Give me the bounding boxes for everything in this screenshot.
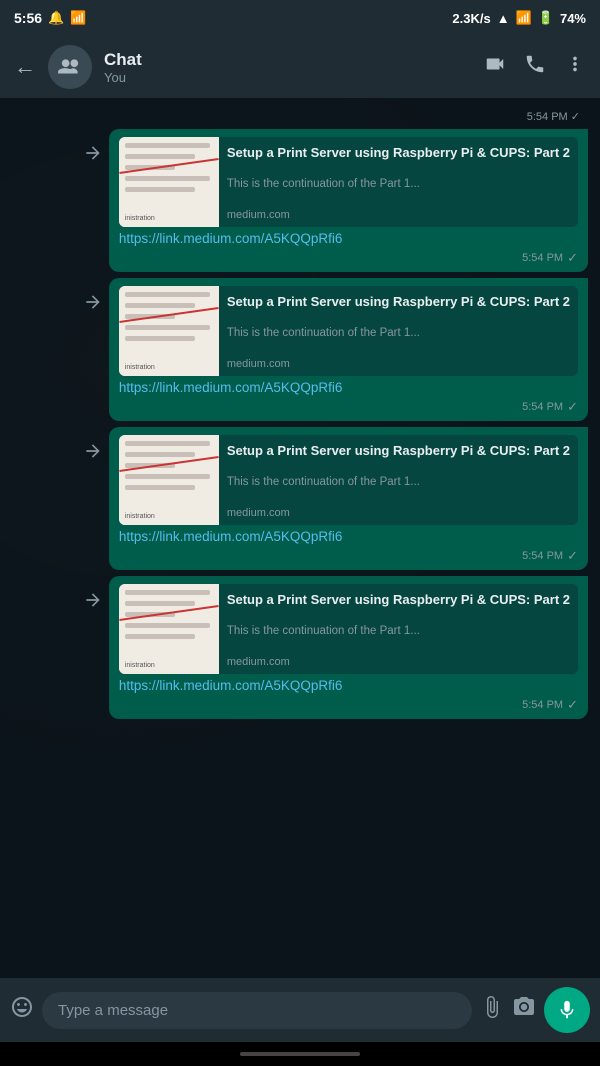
link-preview: inistration Setup a Print Server using R… xyxy=(119,137,578,227)
bubble-link[interactable]: https://link.medium.com/A5KQQpRfi6 xyxy=(119,231,578,246)
preview-domain: medium.com xyxy=(227,209,570,221)
preview-title: Setup a Print Server using Raspberry Pi … xyxy=(227,294,570,311)
phone-call-icon[interactable] xyxy=(524,53,546,81)
bubble-footer: 5:54 PM ✓ xyxy=(119,399,578,415)
bubble-link[interactable]: https://link.medium.com/A5KQQpRfi6 xyxy=(119,529,578,544)
link-preview: inistration Setup a Print Server using R… xyxy=(119,286,578,376)
mic-button[interactable] xyxy=(544,987,590,1033)
message-check: ✓ xyxy=(567,697,578,713)
chat-area: 5:54 PM ✓ inistration Setup a Print Serv… xyxy=(0,98,600,978)
preview-thumbnail: inistration xyxy=(119,286,219,376)
message-check: ✓ xyxy=(567,548,578,564)
emoji-button[interactable] xyxy=(10,995,34,1025)
home-indicator xyxy=(0,1042,600,1066)
chat-header: ← Chat You xyxy=(0,36,600,98)
preview-title: Setup a Print Server using Raspberry Pi … xyxy=(227,443,570,460)
preview-title: Setup a Print Server using Raspberry Pi … xyxy=(227,145,570,162)
message-check: ✓ xyxy=(567,250,578,266)
input-bar xyxy=(0,978,600,1042)
bubble-footer: 5:54 PM ✓ xyxy=(119,697,578,713)
message-row: inistration Setup a Print Server using R… xyxy=(8,576,592,719)
preview-content: Setup a Print Server using Raspberry Pi … xyxy=(219,435,578,525)
message-bubble: inistration Setup a Print Server using R… xyxy=(109,129,588,272)
message-bubble: inistration Setup a Print Server using R… xyxy=(109,576,588,719)
back-button[interactable]: ← xyxy=(14,54,36,80)
message-time: 5:54 PM xyxy=(522,699,563,711)
forward-icon[interactable] xyxy=(83,441,103,466)
preview-thumbnail: inistration xyxy=(119,435,219,525)
preview-content: Setup a Print Server using Raspberry Pi … xyxy=(219,286,578,376)
timestamp-divider: 5:54 PM ✓ xyxy=(8,106,592,123)
header-actions xyxy=(484,53,586,81)
notification-icon: 🔔 xyxy=(48,10,64,26)
message-row: inistration Setup a Print Server using R… xyxy=(8,278,592,421)
status-left: 5:56 🔔 📶 xyxy=(14,10,86,26)
battery-percent: 74% xyxy=(560,11,586,26)
preview-thumbnail: inistration xyxy=(119,137,219,227)
message-row: inistration Setup a Print Server using R… xyxy=(8,427,592,570)
message-bubble: inistration Setup a Print Server using R… xyxy=(109,278,588,421)
forward-icon[interactable] xyxy=(83,143,103,168)
preview-domain: medium.com xyxy=(227,358,570,370)
bubble-footer: 5:54 PM ✓ xyxy=(119,548,578,564)
link-preview: inistration Setup a Print Server using R… xyxy=(119,435,578,525)
more-options-icon[interactable] xyxy=(564,53,586,81)
battery-icon: 🔋 xyxy=(538,10,554,26)
bubble-footer: 5:54 PM ✓ xyxy=(119,250,578,266)
preview-content: Setup a Print Server using Raspberry Pi … xyxy=(219,584,578,674)
message-input[interactable] xyxy=(42,992,472,1029)
avatar xyxy=(48,45,92,89)
preview-domain: medium.com xyxy=(227,656,570,668)
message-time: 5:54 PM xyxy=(522,401,563,413)
preview-desc: This is the continuation of the Part 1..… xyxy=(227,475,570,490)
video-call-icon[interactable] xyxy=(484,53,506,81)
preview-domain: medium.com xyxy=(227,507,570,519)
bubble-link[interactable]: https://link.medium.com/A5KQQpRfi6 xyxy=(119,678,578,693)
forward-icon[interactable] xyxy=(83,590,103,615)
status-right: 2.3K/s ▲ 📶 🔋 74% xyxy=(452,10,586,26)
preview-title: Setup a Print Server using Raspberry Pi … xyxy=(227,592,570,609)
network-speed: 2.3K/s xyxy=(452,11,490,26)
header-info: Chat You xyxy=(104,50,472,85)
preview-desc: This is the continuation of the Part 1..… xyxy=(227,326,570,341)
chat-subtitle: You xyxy=(104,70,472,85)
attach-button[interactable] xyxy=(480,995,504,1025)
forward-icon[interactable] xyxy=(83,292,103,317)
message-time: 5:54 PM xyxy=(522,550,563,562)
wifi-icon: 📶 xyxy=(516,10,532,26)
preview-thumbnail: inistration xyxy=(119,584,219,674)
message-check: ✓ xyxy=(567,399,578,415)
camera-button[interactable] xyxy=(512,995,536,1025)
preview-desc: This is the continuation of the Part 1..… xyxy=(227,624,570,639)
message-time: 5:54 PM xyxy=(522,252,563,264)
chat-title: Chat xyxy=(104,50,472,70)
signal-icon: ▲ xyxy=(497,11,510,26)
preview-content: Setup a Print Server using Raspberry Pi … xyxy=(219,137,578,227)
status-time: 5:56 xyxy=(14,10,42,26)
link-preview: inistration Setup a Print Server using R… xyxy=(119,584,578,674)
home-bar xyxy=(240,1052,360,1056)
preview-desc: This is the continuation of the Part 1..… xyxy=(227,177,570,192)
message-row: inistration Setup a Print Server using R… xyxy=(8,129,592,272)
bubble-link[interactable]: https://link.medium.com/A5KQQpRfi6 xyxy=(119,380,578,395)
sim-icon: 📶 xyxy=(70,10,86,26)
status-bar: 5:56 🔔 📶 2.3K/s ▲ 📶 🔋 74% xyxy=(0,0,600,36)
message-bubble: inistration Setup a Print Server using R… xyxy=(109,427,588,570)
